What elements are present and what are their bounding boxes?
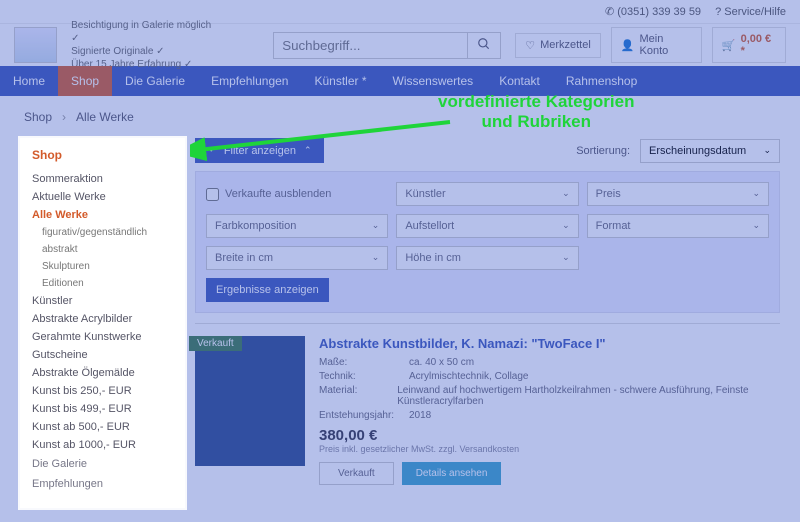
sort-label: Sortierung: (576, 145, 630, 157)
nav-knstler[interactable]: Künstler * (301, 66, 379, 96)
sidebar-item-dimmed[interactable]: Empfehlungen (32, 474, 173, 494)
breadcrumb: Shop › Alle Werke (0, 96, 800, 138)
crumb-current: Alle Werke (76, 110, 134, 124)
filter-color[interactable]: Farbkomposition⌄ (206, 214, 388, 238)
sidebar-item[interactable]: abstrakt (32, 241, 173, 258)
user-icon: 👤 (621, 39, 635, 52)
search-button[interactable] (467, 32, 501, 59)
filter-format[interactable]: Format⌄ (587, 214, 769, 238)
sidebar-item[interactable]: Kunst ab 500,- EUR (32, 418, 173, 436)
sidebar-item[interactable]: Skulpturen (32, 258, 173, 275)
product-image[interactable]: Verkauft (195, 336, 305, 466)
search-icon (477, 37, 491, 51)
sidebar-item[interactable]: Aktuelle Werke (32, 188, 173, 206)
product-attr-row: Material:Leinwand auf hochwertigem Harth… (319, 385, 780, 407)
nav-wissenswertes[interactable]: Wissenswertes (380, 66, 487, 96)
product-attr-row: Entstehungsjahr:2018 (319, 410, 780, 421)
nav-home[interactable]: Home (0, 66, 58, 96)
filter-icon: ⏷ (207, 144, 216, 157)
filter-artist[interactable]: Künstler⌄ (396, 182, 578, 206)
sidebar-item[interactable]: figurativ/gegenständlich (32, 224, 173, 241)
sidebar-item[interactable]: Künstler (32, 292, 173, 310)
sidebar-item[interactable]: Editionen (32, 275, 173, 292)
chevron-up-icon: ⌃ (304, 145, 312, 156)
sidebar-item[interactable]: Abstrakte Acrylbilder (32, 310, 173, 328)
sidebar-item[interactable]: Kunst bis 250,- EUR (32, 382, 173, 400)
account-button[interactable]: 👤Mein Konto (611, 27, 702, 63)
logo[interactable] (14, 27, 57, 63)
sidebar-item[interactable]: Abstrakte Ölgemälde (32, 364, 173, 382)
nav-rahmenshop[interactable]: Rahmenshop (553, 66, 650, 96)
filter-width[interactable]: Breite in cm⌄ (206, 246, 388, 270)
filter-height[interactable]: Höhe in cm⌄ (396, 246, 578, 270)
sold-button: Verkauft (319, 462, 394, 485)
sidebar-item[interactable]: Gerahmte Kunstwerke (32, 328, 173, 346)
filter-price[interactable]: Preis⌄ (587, 182, 769, 206)
search-input[interactable] (273, 32, 467, 59)
product-attr-row: Maße:ca. 40 x 50 cm (319, 357, 780, 368)
product-price: 380,00 € (319, 427, 780, 444)
product-title[interactable]: Abstrakte Kunstbilder, K. Namazi: "TwoFa… (319, 336, 780, 351)
product-card: Verkauft Abstrakte Kunstbilder, K. Namaz… (195, 323, 780, 485)
show-results-button[interactable]: Ergebnisse anzeigen (206, 278, 329, 302)
heart-icon: ♡ (525, 39, 535, 52)
filter-toggle-button[interactable]: ⏷Filter anzeigen⌃ (195, 138, 324, 163)
wishlist-button[interactable]: ♡Merkzettel (515, 33, 601, 58)
nav-empfehlungen[interactable]: Empfehlungen (198, 66, 301, 96)
crumb-shop[interactable]: Shop (24, 110, 52, 124)
price-note: Preis inkl. gesetzlicher MwSt. zzgl. Ver… (319, 444, 780, 454)
sidebar-item[interactable]: Kunst ab 1000,- EUR (32, 436, 173, 454)
category-sidebar: Shop SommeraktionAktuelle WerkeAlle Werk… (20, 138, 185, 508)
sidebar-item[interactable]: Kunst bis 499,- EUR (32, 400, 173, 418)
main-nav: HomeShopDie GalerieEmpfehlungenKünstler … (0, 66, 800, 96)
phone-number: (0351) 339 39 59 (605, 5, 701, 18)
nav-shop[interactable]: Shop (58, 66, 112, 96)
sort-select[interactable]: Erscheinungsdatum⌄ (640, 139, 780, 163)
sold-badge: Verkauft (189, 336, 242, 351)
sidebar-item[interactable]: Gutscheine (32, 346, 173, 364)
filter-location[interactable]: Aufstellort⌄ (396, 214, 578, 238)
sidebar-heading: Shop (32, 148, 173, 162)
service-help-link[interactable]: Service/Hilfe (715, 6, 786, 18)
cart-button[interactable]: 🛒0,00 € * (712, 27, 786, 63)
nav-diegalerie[interactable]: Die Galerie (112, 66, 198, 96)
taglines: Besichtigung in Galerie möglich ✓Signier… (71, 19, 219, 71)
cart-icon: 🛒 (722, 39, 736, 52)
sidebar-item[interactable]: Alle Werke (32, 206, 173, 224)
product-attr-row: Technik:Acrylmischtechnik, Collage (319, 371, 780, 382)
detail-button[interactable]: Details ansehen (402, 462, 502, 485)
filter-panel: Verkaufte ausblenden Künstler⌄ Preis⌄ Fa… (195, 171, 780, 313)
sidebar-item-dimmed[interactable]: Die Galerie (32, 454, 173, 474)
nav-kontakt[interactable]: Kontakt (486, 66, 553, 96)
hide-sold-checkbox[interactable]: Verkaufte ausblenden (206, 182, 388, 206)
sidebar-item[interactable]: Sommeraktion (32, 170, 173, 188)
chevron-down-icon: ⌄ (763, 145, 771, 157)
